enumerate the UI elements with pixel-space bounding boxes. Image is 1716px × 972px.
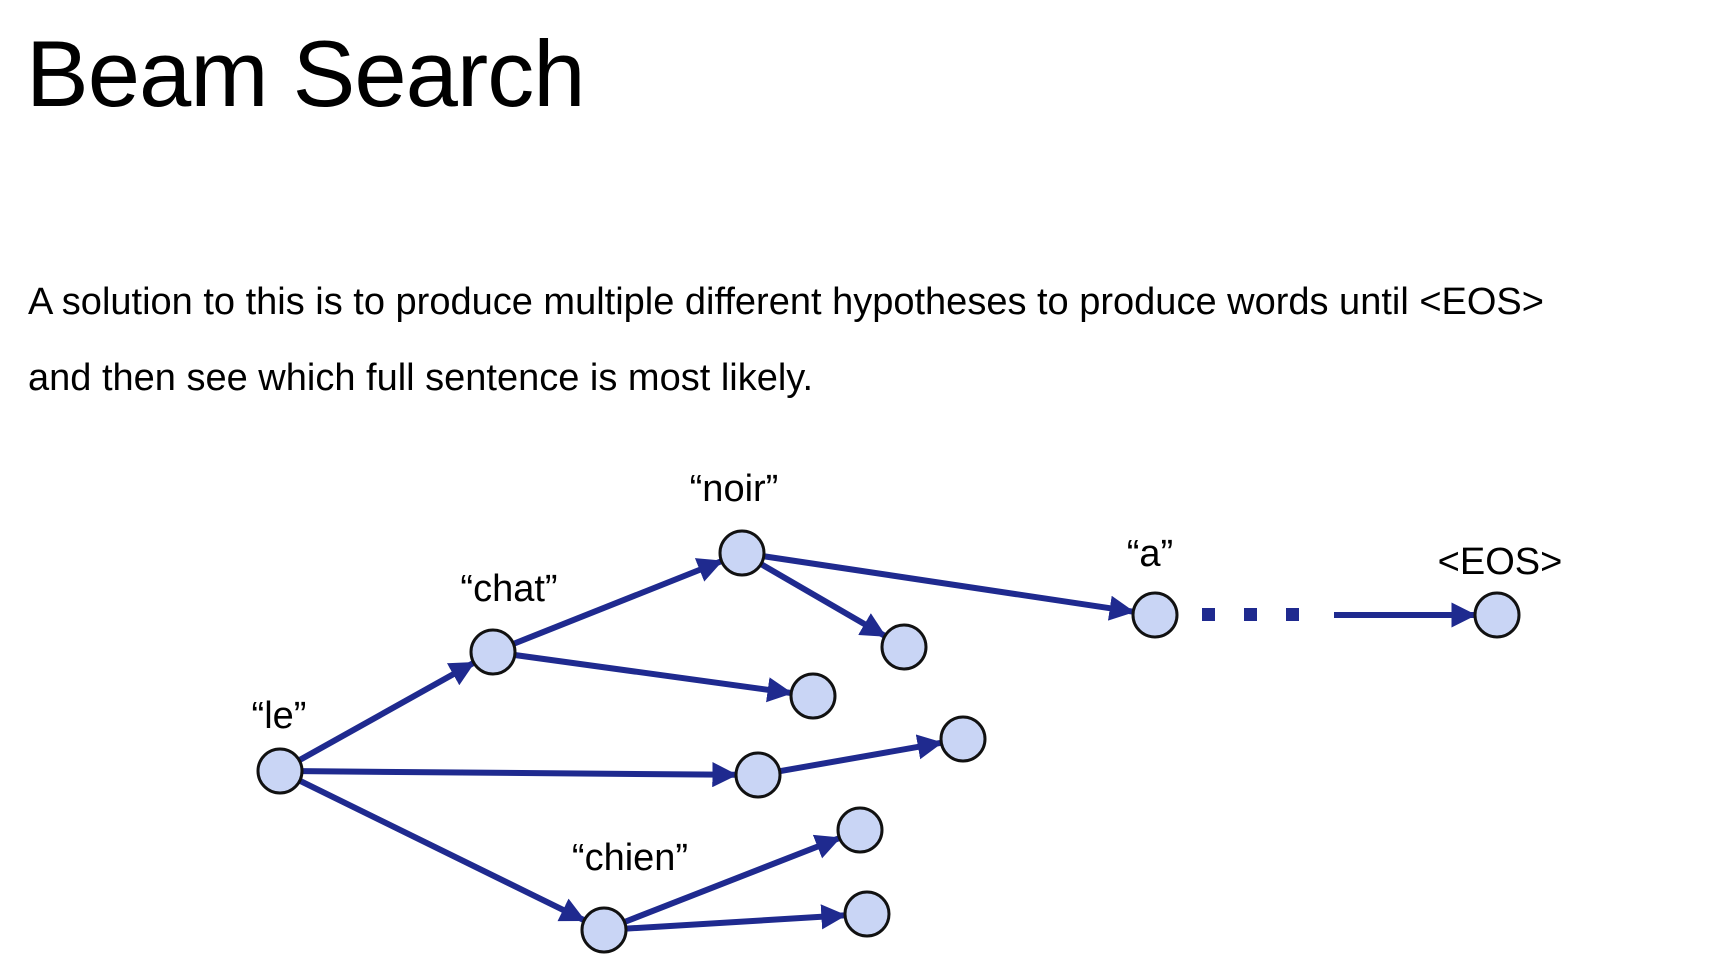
edge-noir-to-noir_child bbox=[759, 561, 887, 639]
edge-noir-to-a bbox=[763, 553, 1135, 621]
node-noir bbox=[718, 529, 766, 577]
beam-search-diagram: “le” “chat” “noir” “a” <EOS> “chien” bbox=[252, 468, 1563, 954]
node-chien_child_2 bbox=[843, 890, 891, 938]
node-noir_child bbox=[880, 623, 928, 671]
node-label-noir: “noir” bbox=[690, 468, 779, 510]
node-label-a: “a” bbox=[1127, 533, 1173, 575]
edge-le_mid-to-le_mid_child bbox=[779, 734, 943, 775]
node-le_mid bbox=[734, 751, 782, 799]
ellipsis-dot bbox=[1244, 608, 1257, 621]
edge-chat-to-chat_child bbox=[514, 652, 793, 703]
node-chien_child_1 bbox=[836, 806, 884, 854]
node-label-eos: <EOS> bbox=[1438, 541, 1563, 583]
node-label-le: “le” bbox=[252, 695, 307, 737]
nodes-layer bbox=[256, 529, 1521, 954]
node-eos bbox=[1473, 591, 1521, 639]
node-a bbox=[1131, 591, 1179, 639]
node-le_mid_child bbox=[939, 715, 987, 763]
edge-a-to-eos bbox=[1202, 602, 1477, 628]
labels-layer: “le” “chat” “noir” “a” <EOS> “chien” bbox=[252, 468, 1563, 879]
node-chien bbox=[580, 906, 628, 954]
edge-le-to-chat bbox=[297, 660, 476, 763]
ellipsis-dot bbox=[1202, 608, 1215, 621]
edge-le-to-le_mid bbox=[301, 762, 738, 788]
node-chat_child bbox=[789, 672, 837, 720]
node-label-chat: “chat” bbox=[460, 568, 557, 610]
node-le bbox=[256, 747, 304, 795]
edge-chien-to-chien_child_2 bbox=[625, 904, 847, 932]
node-label-chien: “chien” bbox=[572, 837, 688, 879]
edge-le-to-chien bbox=[298, 777, 586, 923]
node-chat bbox=[469, 628, 517, 676]
edges-layer bbox=[297, 553, 1477, 932]
ellipsis-dot bbox=[1286, 608, 1299, 621]
